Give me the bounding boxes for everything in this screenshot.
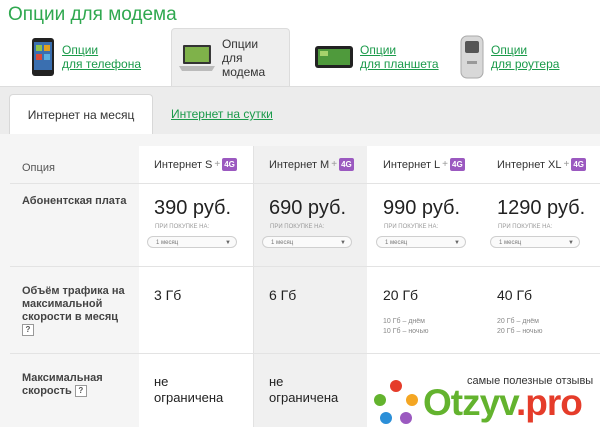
tablet-icon: [315, 46, 353, 68]
price-m: 690 руб.: [269, 197, 347, 219]
traffic-m: 6 Гб: [269, 287, 297, 303]
plan-header-xl: Интернет XL + 4G: [497, 158, 587, 171]
chevron-down-icon: ▼: [568, 240, 574, 246]
row-divider: [10, 353, 600, 354]
traffic-day: 20 Гб – днём: [497, 318, 539, 325]
select-value: 1 месяц: [271, 240, 294, 246]
badge-4g: 4G: [450, 158, 465, 171]
plus-sign: +: [563, 159, 570, 170]
row-label-traffic: Объём трафика на максимальной скорости в…: [22, 285, 125, 337]
plus-sign: +: [214, 159, 221, 170]
page-title: Опции для модема: [8, 4, 177, 25]
plan-name: Интернет M: [269, 158, 330, 171]
speed-line: ограничена: [154, 390, 224, 405]
brand-name: Otzyv: [423, 382, 517, 423]
help-icon[interactable]: ?: [74, 385, 87, 398]
buy-note: ПРИ ПОКУПКЕ НА:: [384, 224, 439, 230]
plan-header-l: Интернет L + 4G: [383, 158, 465, 171]
speed-line: не: [154, 374, 169, 389]
traffic-s: 3 Гб: [154, 287, 182, 303]
tab-router-line1: Опции: [491, 43, 528, 57]
tab-tablet-line1: Опции: [360, 43, 397, 57]
period-select-l[interactable]: 1 месяц ▼: [376, 236, 466, 248]
tab-month[interactable]: Интернет на месяц: [9, 94, 153, 135]
plus-sign: +: [331, 159, 338, 170]
buy-note: ПРИ ПОКУПКЕ НА:: [155, 224, 210, 230]
price-l: 990 руб.: [383, 197, 461, 219]
phone-icon: [32, 38, 54, 76]
row-divider: [10, 266, 600, 267]
router-icon: [460, 35, 484, 79]
tab-router[interactable]: Опции для роутера: [459, 28, 594, 86]
tab-phone[interactable]: Опции для телефона: [30, 28, 160, 86]
buy-note: ПРИ ПОКУПКЕ НА:: [270, 224, 325, 230]
traffic-l: 20 Гб: [383, 287, 419, 303]
laptop-icon: [178, 44, 215, 71]
plan-header-s: Интернет S + 4G: [154, 158, 237, 171]
help-icon[interactable]: ?: [22, 324, 34, 337]
traffic-xl: 40 Гб: [497, 287, 533, 303]
traffic-split-xl: 20 Гб – днём 20 Гб – ночью: [497, 317, 542, 337]
plan-header-m: Интернет M + 4G: [269, 158, 354, 171]
plan-name: Интернет L: [383, 158, 441, 171]
traffic-night: 10 Гб – ночью: [383, 328, 429, 335]
period-select-xl[interactable]: 1 месяц ▼: [490, 236, 580, 248]
row-label-line: скорость: [22, 385, 72, 397]
badge-4g: 4G: [339, 158, 354, 171]
badge-4g: 4G: [571, 158, 587, 171]
tab-modem[interactable]: Опции для модема: [171, 28, 290, 86]
chevron-down-icon: ▼: [340, 240, 346, 246]
row-label-line: Максимальная: [22, 372, 103, 384]
row-divider: [10, 183, 600, 184]
tab-phone-line2: для телефона: [62, 57, 141, 71]
price-xl: 1290 руб.: [497, 197, 586, 219]
tab-router-line2: для роутера: [491, 57, 560, 71]
plus-sign: +: [442, 159, 449, 170]
select-value: 1 месяц: [156, 240, 179, 246]
speed-line: не: [269, 374, 284, 389]
device-tabs: Опции для телефона Опции для модема Опци…: [0, 28, 600, 86]
traffic-night: 20 Гб – ночью: [497, 328, 543, 335]
speed-s: не ограничена: [154, 374, 223, 406]
traffic-day: 10 Гб – днём: [383, 318, 425, 325]
chevron-down-icon: ▼: [454, 240, 460, 246]
tab-tablet[interactable]: Опции для планшета: [314, 28, 444, 86]
badge-4g: 4G: [222, 158, 237, 171]
speed-line: ограничена: [269, 390, 339, 405]
tab-day[interactable]: Интернет на сутки: [171, 94, 273, 134]
brand-suffix: .pro: [516, 382, 583, 423]
row-label-fee: Абонентская плата: [22, 195, 127, 207]
plan-name: Интернет S: [154, 158, 213, 171]
plan-name: Интернет XL: [497, 158, 562, 171]
tab-modem-line2: для модема: [221, 50, 266, 79]
row-label-line: максимальной: [22, 298, 103, 310]
row-label-line: скорости в месяц: [22, 311, 119, 323]
select-value: 1 месяц: [385, 240, 408, 246]
select-value: 1 месяц: [499, 240, 522, 246]
period-select-s[interactable]: 1 месяц ▼: [147, 236, 237, 248]
chevron-down-icon: ▼: [225, 240, 231, 246]
buy-note: ПРИ ПОКУПКЕ НА:: [498, 224, 553, 230]
tab-modem-line1: Опции: [221, 36, 259, 51]
row-label-speed: Максимальная скорость ?: [22, 372, 103, 398]
speed-m: не ограничена: [269, 374, 338, 406]
tab-tablet-line2: для планшета: [360, 57, 439, 71]
traffic-split-l: 10 Гб – днём 10 Гб – ночью: [383, 317, 428, 337]
header-option: Опция: [22, 162, 55, 174]
tab-phone-line1: Опции: [62, 43, 99, 57]
period-select-m[interactable]: 1 месяц ▼: [262, 236, 352, 248]
otzyv-logo-icon: [374, 380, 418, 424]
watermark-brand: Otzyv.pro: [423, 382, 583, 424]
price-s: 390 руб.: [154, 197, 232, 219]
row-label-line: Объём трафика на: [22, 285, 125, 297]
